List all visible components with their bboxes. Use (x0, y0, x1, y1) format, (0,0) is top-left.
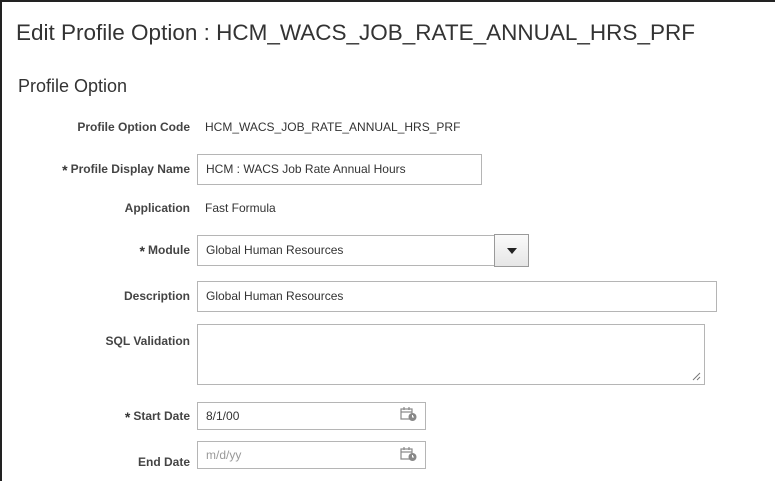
calendar-icon[interactable] (400, 446, 418, 462)
module-label: * Module (140, 243, 190, 259)
resize-handle-icon[interactable] (692, 372, 701, 381)
sql-validation-textarea[interactable] (197, 324, 705, 385)
module-select[interactable]: Global Human Resources (197, 235, 495, 266)
description-label: Description (123, 289, 190, 303)
end-date-placeholder: m/d/yy (206, 448, 242, 462)
module-dropdown-button[interactable] (494, 234, 529, 267)
start-date-input[interactable]: 8/1/00 (197, 402, 426, 430)
page-title: Edit Profile Option : HCM_WACS_JOB_RATE_… (16, 20, 695, 45)
start-date-label: * Start Date (125, 409, 190, 425)
section-title: Profile Option (18, 76, 128, 96)
description-input[interactable]: Global Human Resources (197, 281, 717, 312)
sql-validation-label: SQL Validation (105, 334, 190, 348)
start-date-label-text: Start Date (133, 409, 190, 423)
profile-option-code-label: Profile Option Code (77, 120, 190, 134)
application-value: Fast Formula (205, 201, 276, 215)
end-date-label: End Date (137, 455, 190, 469)
calendar-icon[interactable] (400, 406, 418, 422)
profile-option-code-value: HCM_WACS_JOB_RATE_ANNUAL_HRS_PRF (205, 120, 461, 134)
chevron-down-icon (506, 247, 517, 254)
application-label: Application (124, 201, 190, 215)
required-indicator: * (124, 409, 131, 425)
profile-display-name-label-text: Profile Display Name (70, 162, 190, 176)
required-indicator: * (62, 162, 68, 178)
required-indicator: * (139, 243, 145, 259)
profile-display-name-input[interactable]: HCM : WACS Job Rate Annual Hours (197, 154, 482, 185)
module-label-text: Module (148, 243, 190, 257)
profile-display-name-label: * Profile Display Name (62, 162, 190, 178)
end-date-input[interactable]: m/d/yy (197, 441, 426, 469)
